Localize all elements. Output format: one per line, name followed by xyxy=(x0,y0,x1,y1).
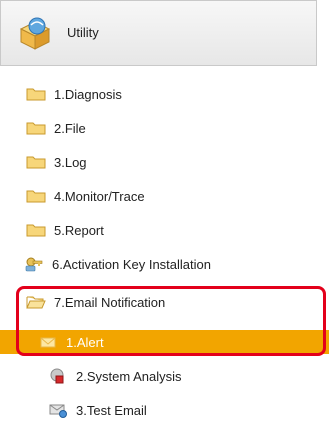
tree-item-label: 6.Activation Key Installation xyxy=(52,256,211,272)
tree-item-system-analysis[interactable]: 2.System Analysis xyxy=(0,364,329,388)
folder-icon xyxy=(26,190,46,203)
tree-item-test-email[interactable]: 3.Test Email xyxy=(0,398,329,422)
folder-icon xyxy=(26,224,46,237)
test-email-icon xyxy=(49,404,67,418)
folder-icon xyxy=(26,156,46,169)
tree-item-label: 5.Report xyxy=(54,222,104,238)
tree-item-label: 1.Alert xyxy=(66,334,104,350)
tree-item-email-notification[interactable]: 7.Email Notification xyxy=(0,290,329,314)
tree-item-log[interactable]: 3.Log xyxy=(0,150,329,174)
tree-item-activation-key[interactable]: 6.Activation Key Installation xyxy=(0,252,329,276)
utility-box-icon xyxy=(19,17,51,50)
tree-item-label: 2.System Analysis xyxy=(76,368,182,384)
tree-item-report[interactable]: 5.Report xyxy=(0,218,329,242)
utility-panel: Utility 1.Diagnosis 2.File 3.Log 4.Monit… xyxy=(0,0,329,438)
system-analysis-icon xyxy=(50,368,64,384)
tree-item-diagnosis[interactable]: 1.Diagnosis xyxy=(0,82,329,106)
folder-open-icon xyxy=(26,296,46,309)
tree-item-label: 7.Email Notification xyxy=(54,294,166,310)
tree-item-label: 3.Test Email xyxy=(76,402,147,418)
tree-item-file[interactable]: 2.File xyxy=(0,116,329,140)
tree-item-label: 3.Log xyxy=(54,154,87,170)
tree-item-monitor-trace[interactable]: 4.Monitor/Trace xyxy=(0,184,329,208)
tree-item-label: 1.Diagnosis xyxy=(54,86,122,102)
header-title: Utility xyxy=(67,25,99,40)
mail-icon xyxy=(40,337,56,348)
tree-item-label: 2.File xyxy=(54,120,86,136)
tree-item-label: 4.Monitor/Trace xyxy=(54,188,145,204)
panel-header: Utility xyxy=(0,0,317,66)
key-icon xyxy=(25,257,43,272)
folder-icon xyxy=(26,88,46,101)
folder-icon xyxy=(26,122,46,135)
tree-item-alert[interactable]: 1.Alert xyxy=(0,330,329,354)
